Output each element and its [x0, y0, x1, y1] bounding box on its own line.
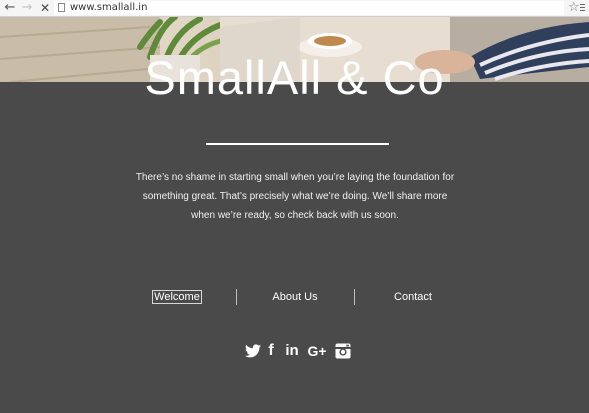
facebook-icon[interactable]: f: [265, 341, 277, 361]
page-icon: [58, 3, 65, 12]
nav-about-us[interactable]: About Us: [236, 288, 354, 306]
nav-welcome-label[interactable]: Welcome: [152, 290, 202, 304]
tagline-text: There’s no shame in starting small when …: [135, 172, 455, 221]
google-plus-icon[interactable]: G+: [306, 341, 328, 361]
browser-toolbar: ← → ✕ www.smallall.in ☆: [0, 0, 589, 17]
nav-contact-label[interactable]: Contact: [394, 291, 432, 303]
address-bar[interactable]: www.smallall.in: [54, 1, 564, 15]
nav-contact[interactable]: Contact: [354, 288, 472, 306]
nav-welcome[interactable]: Welcome: [118, 288, 236, 306]
browser-menu-icon[interactable]: [578, 0, 588, 16]
instagram-icon[interactable]: [334, 341, 352, 361]
stop-button[interactable]: ✕: [38, 0, 52, 16]
address-bar-url: www.smallall.in: [70, 2, 148, 13]
nav-about-us-label[interactable]: About Us: [272, 291, 317, 303]
title-divider: [206, 143, 389, 145]
linkedin-icon[interactable]: in: [283, 341, 301, 361]
footer-nav: Welcome About Us Contact: [118, 288, 472, 306]
site-title: SmallAll & Co: [144, 51, 445, 104]
forward-button[interactable]: →: [20, 0, 34, 16]
twitter-icon[interactable]: [244, 341, 262, 361]
back-button[interactable]: ←: [3, 0, 17, 16]
